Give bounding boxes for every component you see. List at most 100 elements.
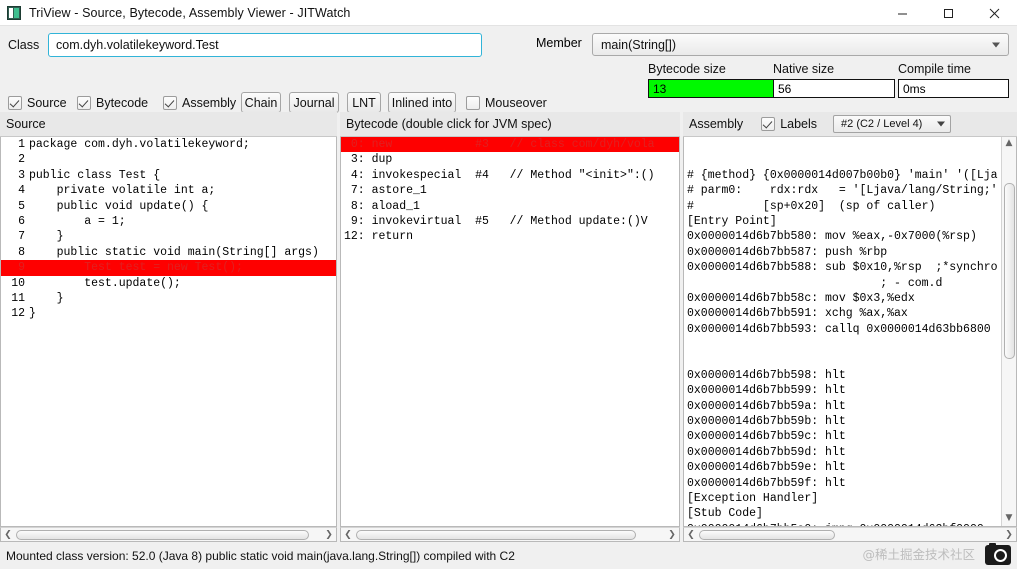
assembly-line[interactable]: 0x0000014d6b7bb59e: hlt bbox=[684, 460, 1000, 475]
assembly-line[interactable]: 0x0000014d6b7bb59c: hlt bbox=[684, 429, 1000, 444]
source-line[interactable]: 11 } bbox=[1, 291, 336, 306]
source-line[interactable]: 12} bbox=[1, 306, 336, 321]
minimize-button[interactable] bbox=[879, 0, 925, 26]
assembly-vscroll-thumb[interactable] bbox=[1003, 182, 1015, 359]
source-line[interactable]: 5 public void update() { bbox=[1, 199, 336, 214]
line-number: 11 bbox=[11, 291, 25, 305]
source-line[interactable]: 1 package com.dyh.volatilekeyword; bbox=[1, 137, 336, 152]
scroll-down-icon[interactable]: ▼ bbox=[1003, 512, 1016, 526]
source-code-view[interactable]: 1 package com.dyh.volatilekeyword; 2 3 publi… bbox=[0, 137, 337, 527]
check-icon bbox=[163, 96, 177, 110]
assembly-line[interactable]: 0x0000014d6b7bb591: xchg %ax,%ax bbox=[684, 306, 1000, 321]
assembly-line[interactable]: 0x0000014d6b7bb599: hlt bbox=[684, 383, 1000, 398]
scroll-right-icon[interactable]: ❯ bbox=[665, 528, 679, 541]
assembly-hscrollbar[interactable]: ❮ ❯ bbox=[683, 527, 1017, 542]
bytecode-hscroll-thumb[interactable] bbox=[356, 529, 637, 540]
line-number: 3 bbox=[18, 168, 25, 182]
assembly-line[interactable]: 0x0000014d6b7bb593: callq 0x0000014d63bb… bbox=[684, 322, 1000, 337]
assembly-line[interactable]: # [sp+0x20] (sp of caller) bbox=[684, 199, 1000, 214]
assembly-view[interactable]: # {method} {0x0000014d007b00b0} 'main' '… bbox=[683, 137, 1017, 527]
class-input[interactable]: com.dyh.volatilekeyword.Test bbox=[48, 33, 482, 57]
source-line[interactable]: 4 private volatile int a; bbox=[1, 183, 336, 198]
bytecode-line[interactable]: 8: aload_1 bbox=[341, 199, 679, 214]
assembly-line[interactable]: [Exception Handler] bbox=[684, 491, 1000, 506]
assembly-line[interactable]: 0x0000014d6b7bb59b: hlt bbox=[684, 414, 1000, 429]
maximize-button[interactable] bbox=[925, 0, 971, 26]
assembly-line[interactable]: [Stub Code] bbox=[684, 506, 1000, 521]
assembly-line[interactable]: 0x0000014d6b7bb588: sub $0x10,%rsp ;*syn… bbox=[684, 260, 1000, 275]
bytecode-panel-title: Bytecode (double click for JVM spec) bbox=[346, 117, 552, 131]
source-line[interactable]: 10 test.update(); bbox=[1, 276, 336, 291]
bytecode-line[interactable]: 7: astore_1 bbox=[341, 183, 679, 198]
bytecode-line[interactable]: 3: dup bbox=[341, 152, 679, 167]
assembly-line[interactable]: 0x0000014d6b7bb58c: mov $0x3,%edx bbox=[684, 291, 1000, 306]
camera-icon[interactable] bbox=[985, 543, 1011, 565]
source-hscroll-track[interactable] bbox=[15, 528, 322, 541]
assembly-line[interactable]: ; - com.d bbox=[684, 276, 1000, 291]
source-line[interactable]: 6 a = 1; bbox=[1, 214, 336, 229]
status-text: Mounted class version: 52.0 (Java 8) pub… bbox=[6, 548, 515, 563]
checkbox-labels-label: Labels bbox=[780, 117, 818, 131]
assembly-line[interactable]: [Entry Point] bbox=[684, 214, 1000, 229]
checkbox-assembly-label: Assembly bbox=[182, 96, 237, 110]
line-number: 7 bbox=[18, 230, 25, 244]
assembly-hscroll-thumb[interactable] bbox=[699, 529, 835, 540]
bytecode-hscrollbar[interactable]: ❮ ❯ bbox=[340, 527, 680, 542]
compilation-select[interactable]: #2 (C2 / Level 4) bbox=[833, 115, 952, 133]
assembly-line[interactable]: 0x0000014d6b7bb59a: hlt bbox=[684, 399, 1000, 414]
source-line[interactable]: 9 Test test = new Test(); bbox=[1, 260, 336, 276]
scroll-right-icon[interactable]: ❯ bbox=[1002, 528, 1016, 541]
source-line[interactable]: 2 bbox=[1, 152, 336, 167]
bytecode-line[interactable]: 4: invokespecial #4 // Method "<init>":(… bbox=[341, 168, 679, 183]
bytecode-view[interactable]: 0: new #3 // class com/dyh/vola 3: dup 4… bbox=[340, 137, 680, 527]
scroll-left-icon[interactable]: ❮ bbox=[684, 528, 698, 541]
member-select[interactable]: main(String[]) bbox=[592, 33, 1009, 56]
checkbox-source-label: Source bbox=[27, 96, 67, 110]
assembly-line[interactable]: 0x0000014d6b7bb59d: hlt bbox=[684, 445, 1000, 460]
toolbar: Class com.dyh.volatilekeyword.Test Membe… bbox=[0, 26, 1017, 113]
scroll-left-icon[interactable]: ❮ bbox=[1, 528, 15, 541]
inlined-into-button[interactable]: Inlined into bbox=[388, 92, 456, 113]
scroll-right-icon[interactable]: ❯ bbox=[322, 528, 336, 541]
source-line[interactable]: 7 } bbox=[1, 229, 336, 244]
bytecode-line[interactable]: 9: invokevirtual #5 // Method update:()V bbox=[341, 214, 679, 229]
assembly-vscroll-track[interactable] bbox=[1003, 151, 1016, 512]
source-hscrollbar[interactable]: ❮ ❯ bbox=[0, 527, 337, 542]
window-controls bbox=[879, 0, 1017, 26]
assembly-line[interactable]: 0x0000014d6b7bb580: mov %eax,-0x7000(%rs… bbox=[684, 229, 1000, 244]
bytecode-line[interactable]: 0: new #3 // class com/dyh/vola bbox=[341, 137, 679, 153]
bytecode-hscroll-track[interactable] bbox=[355, 528, 665, 541]
checkbox-bytecode[interactable]: Bytecode bbox=[77, 93, 148, 113]
chain-button[interactable]: Chain bbox=[241, 92, 281, 113]
source-line[interactable]: 3 public class Test { bbox=[1, 168, 336, 183]
checkbox-labels[interactable]: Labels bbox=[761, 117, 817, 131]
assembly-line[interactable] bbox=[684, 353, 1000, 368]
assembly-line[interactable]: 0x0000014d6b7bb598: hlt bbox=[684, 368, 1000, 383]
close-button[interactable] bbox=[971, 0, 1017, 26]
assembly-line[interactable] bbox=[684, 337, 1000, 352]
line-number: 6 bbox=[18, 214, 25, 228]
assembly-vscrollbar[interactable]: ▲ ▼ bbox=[1001, 137, 1016, 526]
scroll-left-icon[interactable]: ❮ bbox=[341, 528, 355, 541]
source-hscroll-thumb[interactable] bbox=[16, 529, 309, 540]
assembly-line[interactable]: # parm0: rdx:rdx = '[Ljava/lang/String;' bbox=[684, 183, 1000, 198]
lnt-button[interactable]: LNT bbox=[347, 92, 381, 113]
journal-button[interactable]: Journal bbox=[289, 92, 339, 113]
line-text: test.update(); bbox=[29, 276, 181, 290]
source-line[interactable]: 8 public static void main(String[] args) bbox=[1, 245, 336, 260]
assembly-line[interactable]: 0x0000014d6b7bb59f: hlt bbox=[684, 476, 1000, 491]
assembly-line[interactable]: 0x0000014d6b7bb587: push %rbp bbox=[684, 245, 1000, 260]
scroll-up-icon[interactable]: ▲ bbox=[1003, 137, 1016, 151]
assembly-line[interactable]: # {method} {0x0000014d007b00b0} 'main' '… bbox=[684, 168, 1000, 183]
line-text: Test test = new Test(); bbox=[29, 261, 243, 275]
bytecode-panel-header: Bytecode (double click for JVM spec) bbox=[340, 112, 680, 137]
checkbox-source[interactable]: Source bbox=[8, 93, 67, 113]
checkbox-mouseover[interactable]: Mouseover bbox=[466, 93, 547, 113]
bytecode-line[interactable]: 12: return bbox=[341, 229, 679, 244]
assembly-line[interactable]: 0x0000014d6b7bb5a0: jmpq 0x0000014d63bf0… bbox=[684, 522, 1000, 526]
member-label: Member bbox=[536, 36, 582, 50]
source-panel-title: Source bbox=[6, 117, 46, 131]
assembly-hscroll-track[interactable] bbox=[698, 528, 1002, 541]
checkbox-assembly[interactable]: Assembly bbox=[163, 93, 236, 113]
toolbar-row-class: Class com.dyh.volatilekeyword.Test Membe… bbox=[0, 32, 1017, 58]
